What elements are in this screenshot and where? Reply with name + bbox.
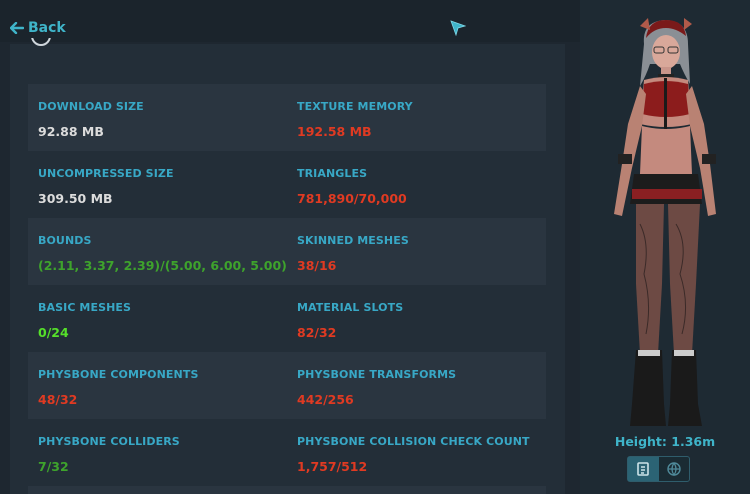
stat-physbone-components: PHYSBONE COMPONENTS 48/32 bbox=[28, 367, 287, 419]
stats-row: BASIC MESHES 0/24 MATERIAL SLOTS 82/32 bbox=[28, 285, 546, 352]
stat-value: 92.88 MB bbox=[38, 124, 104, 139]
stats-row: UNCOMPRESSED SIZE 309.50 MB TRIANGLES 78… bbox=[28, 151, 546, 218]
stat-value: 192.58 MB bbox=[297, 124, 372, 139]
stat-download-size: DOWNLOAD SIZE 92.88 MB bbox=[28, 99, 287, 151]
stat-value: 48/32 bbox=[38, 392, 78, 407]
stats-grid: DOWNLOAD SIZE 92.88 MB TEXTURE MEMORY 19… bbox=[28, 84, 546, 494]
avatar-details-view-button[interactable] bbox=[628, 457, 659, 481]
stats-row: DOWNLOAD SIZE 92.88 MB TEXTURE MEMORY 19… bbox=[28, 84, 546, 151]
globe-icon bbox=[667, 462, 681, 477]
loading-spinner-icon bbox=[31, 38, 51, 46]
stat-bounds: BOUNDS (2.11, 3.37, 2.39)/(5.00, 6.00, 5… bbox=[28, 233, 287, 285]
stat-value: (2.11, 3.37, 2.39)/(5.00, 6.00, 5.00) bbox=[38, 258, 287, 273]
stat-value: 0/24 bbox=[38, 325, 69, 340]
world-view-button[interactable] bbox=[659, 457, 690, 481]
pointer-cursor-icon bbox=[450, 20, 466, 36]
stat-value: 781,890/70,000 bbox=[297, 191, 407, 206]
avatar-preview[interactable] bbox=[592, 14, 738, 430]
stat-label: UNCOMPRESSED SIZE bbox=[38, 167, 174, 180]
stat-label: TRIANGLES bbox=[297, 167, 368, 180]
stat-label: PHYSBONE COLLIDERS bbox=[38, 435, 180, 448]
stat-value: 1,757/512 bbox=[297, 459, 368, 474]
stat-label: PHYSBONE TRANSFORMS bbox=[297, 368, 457, 381]
avatar-height-label: Height: 1.36m bbox=[614, 434, 716, 449]
stat-label: BOUNDS bbox=[38, 234, 92, 247]
stat-label: PHYSBONE COLLISION CHECK COUNT bbox=[297, 435, 530, 448]
avatar-details-icon bbox=[637, 462, 650, 476]
stat-texture-memory: TEXTURE MEMORY 192.58 MB bbox=[287, 99, 546, 151]
stat-label: MATERIAL SLOTS bbox=[297, 301, 404, 314]
back-label: Back bbox=[28, 20, 66, 36]
stat-triangles: TRIANGLES 781,890/70,000 bbox=[287, 166, 546, 218]
back-button[interactable]: Back bbox=[10, 18, 66, 38]
stat-label: SKINNED MESHES bbox=[297, 234, 409, 247]
stat-physbone-transforms: PHYSBONE TRANSFORMS 442/256 bbox=[287, 367, 546, 419]
stats-row: PHYSBONE COLLIDERS 7/32 PHYSBONE COLLISI… bbox=[28, 419, 546, 486]
stat-value: 82/32 bbox=[297, 325, 337, 340]
stat-physbone-collision-check-count: PHYSBONE COLLISION CHECK COUNT 1,757/512 bbox=[287, 434, 546, 486]
stat-material-slots: MATERIAL SLOTS 82/32 bbox=[287, 300, 546, 352]
stat-uncompressed-size: UNCOMPRESSED SIZE 309.50 MB bbox=[28, 166, 287, 218]
stat-physbone-colliders: PHYSBONE COLLIDERS 7/32 bbox=[28, 434, 287, 486]
stat-value: 442/256 bbox=[297, 392, 354, 407]
stat-label: PHYSBONE COMPONENTS bbox=[38, 368, 199, 381]
stat-value: 7/32 bbox=[38, 459, 69, 474]
stat-label: BASIC MESHES bbox=[38, 301, 132, 314]
stat-label: DOWNLOAD SIZE bbox=[38, 100, 144, 113]
stat-value: 309.50 MB bbox=[38, 191, 113, 206]
stat-skinned-meshes: SKINNED MESHES 38/16 bbox=[287, 233, 546, 285]
stats-row: PHYSBONE COMPONENTS 48/32 PHYSBONE TRANS… bbox=[28, 352, 546, 419]
arrow-left-icon bbox=[10, 22, 24, 34]
stat-label: TEXTURE MEMORY bbox=[297, 100, 413, 113]
stats-row: BOUNDS (2.11, 3.37, 2.39)/(5.00, 6.00, 5… bbox=[28, 218, 546, 285]
stat-value: 38/16 bbox=[297, 258, 337, 273]
stat-basic-meshes: BASIC MESHES 0/24 bbox=[28, 300, 287, 352]
view-toggle bbox=[627, 456, 690, 482]
stats-row bbox=[28, 486, 546, 494]
performance-stats-panel: DOWNLOAD SIZE 92.88 MB TEXTURE MEMORY 19… bbox=[10, 38, 565, 494]
avatar-preview-panel: Height: 1.36m bbox=[580, 0, 750, 494]
